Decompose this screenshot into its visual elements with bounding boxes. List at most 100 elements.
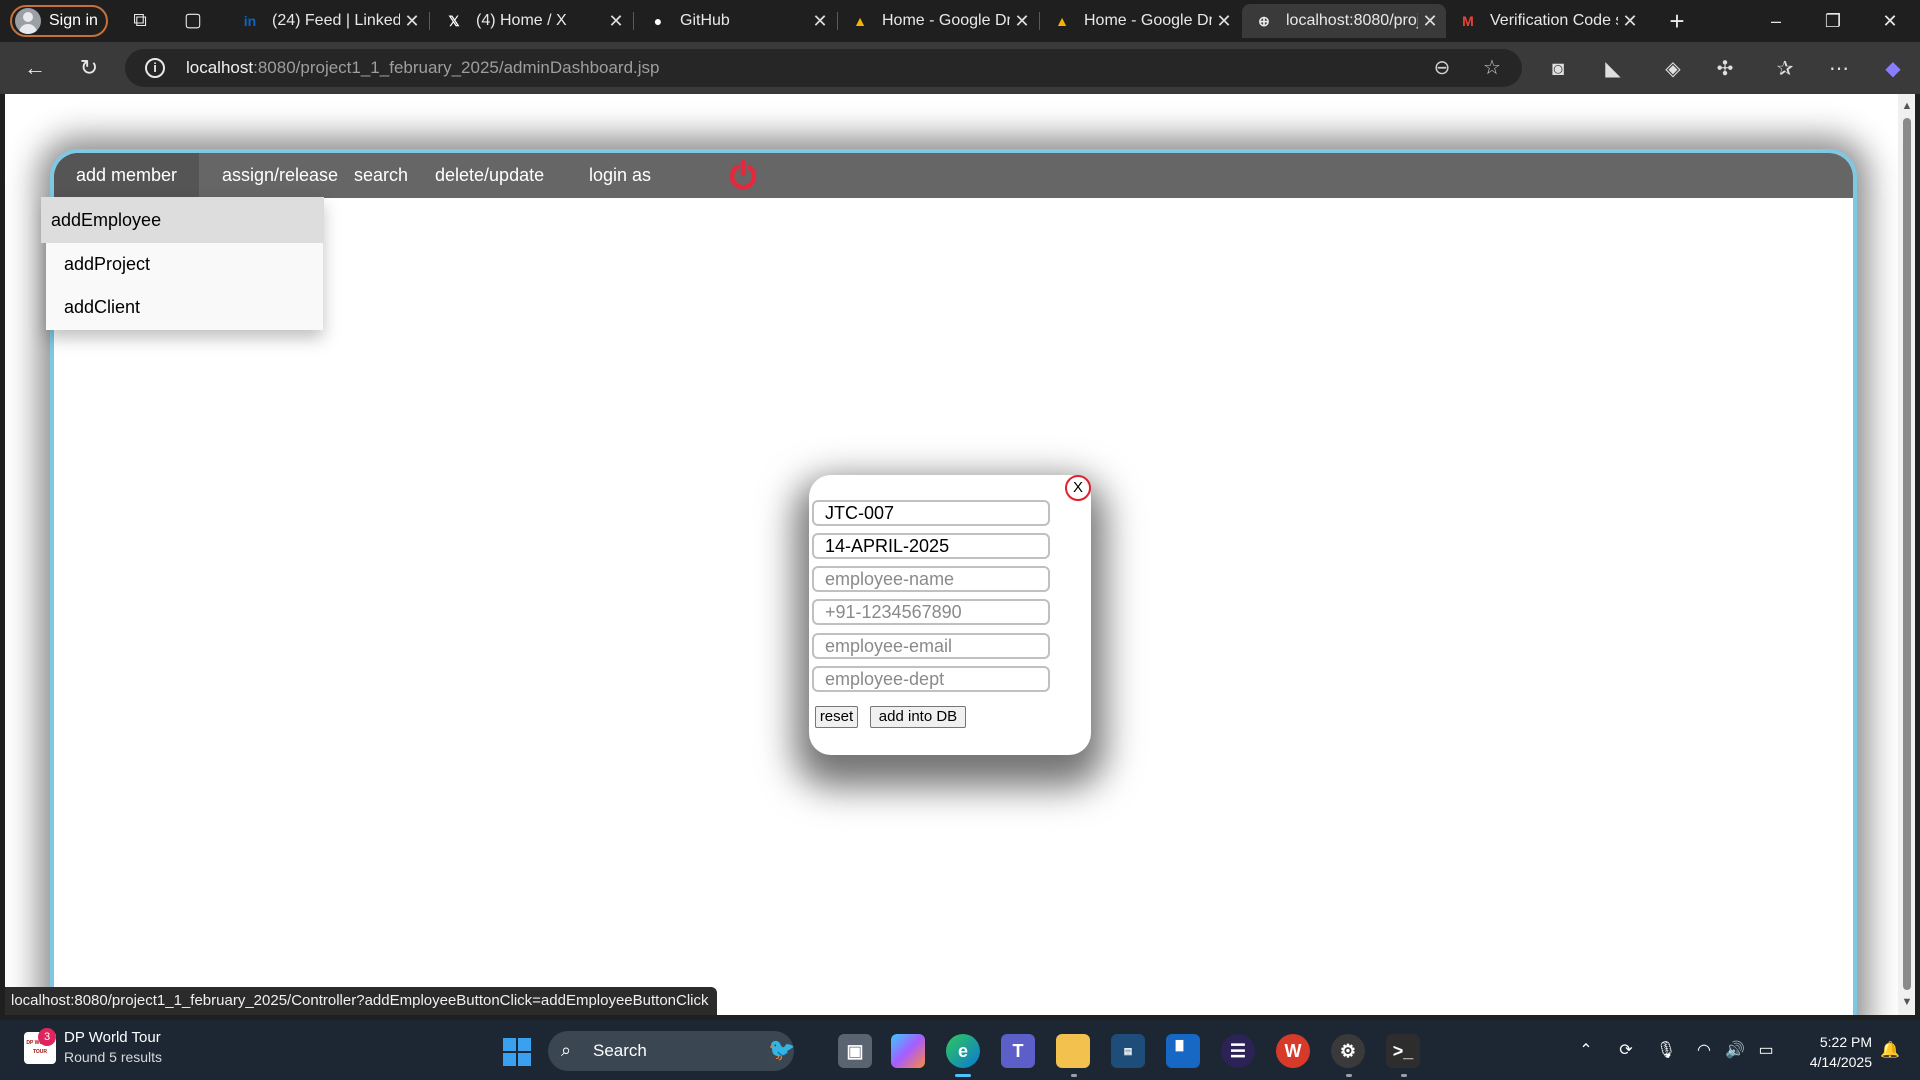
- tab-separator: [633, 12, 634, 30]
- clock-date: 4/14/2025: [1809, 1054, 1872, 1070]
- browser-tab-4[interactable]: ▲ Home - Google Drive✕: [1040, 4, 1240, 38]
- settings-running-indicator: [1346, 1074, 1352, 1077]
- show-hidden-icons-chevron-icon[interactable]: ⌃: [1574, 1039, 1598, 1063]
- address-bar[interactable]: i localhost:8080/project1_1_february_202…: [125, 49, 1522, 87]
- menu-add-member[interactable]: add member: [54, 153, 200, 198]
- microphone-icon[interactable]: 🎙: [1654, 1039, 1678, 1063]
- more-menu-icon[interactable]: ⋯: [1824, 54, 1854, 84]
- x-icon: 𝕏: [448, 12, 460, 29]
- reset-button[interactable]: reset: [815, 706, 858, 728]
- taskbar-search-box[interactable]: ⌕ Search 🐦: [548, 1031, 795, 1071]
- volume-icon[interactable]: 🔊: [1723, 1039, 1747, 1063]
- file-explorer-icon[interactable]: [1056, 1034, 1090, 1068]
- dropdown-item-add-client[interactable]: addClient: [46, 286, 323, 329]
- employee-name-field[interactable]: [812, 566, 1050, 592]
- signin-label: Sign in: [49, 12, 98, 29]
- terminal-icon[interactable]: >_: [1386, 1034, 1420, 1068]
- dropdown-item-add-project[interactable]: addProject: [46, 243, 323, 286]
- tab-title: (24) Feed | LinkedIn: [272, 12, 400, 29]
- browser-tab-5[interactable]: ⊕ localhost:8080/project1✕: [1242, 4, 1446, 38]
- start-windows-icon[interactable]: [503, 1038, 531, 1066]
- employee-dept-field[interactable]: [812, 666, 1050, 692]
- browser-toolbar: ← ↻ i localhost:8080/project1_1_february…: [0, 42, 1920, 94]
- employee-email-field[interactable]: [812, 633, 1050, 659]
- search-icon: ⌕: [561, 1040, 572, 1060]
- employee-phone-field[interactable]: [812, 599, 1050, 625]
- tab-title: Home - Google Drive: [1084, 12, 1212, 29]
- tab-actions-icon[interactable]: ▢: [180, 8, 206, 34]
- add-member-dropdown: addEmployee addProject addClient: [41, 197, 324, 330]
- task-view-icon[interactable]: ▣: [838, 1034, 872, 1068]
- browser-tab-6[interactable]: M Verification Code sent✕: [1446, 4, 1646, 38]
- tab-close-icon[interactable]: ✕: [1618, 11, 1642, 32]
- explorer-running-indicator: [1071, 1074, 1077, 1077]
- favorites-icon[interactable]: ✰: [1770, 54, 1800, 84]
- tab-title: Verification Code sent: [1490, 12, 1618, 29]
- tracking-off-icon[interactable]: ◈: [1658, 54, 1688, 84]
- scroll-down-arrow-icon[interactable]: ▼: [1901, 996, 1913, 1008]
- notification-bell-icon[interactable]: 🔔: [1878, 1039, 1902, 1063]
- tab-close-icon[interactable]: ✕: [1418, 11, 1442, 32]
- tab-separator: [429, 12, 430, 30]
- mysql-workbench-icon[interactable]: ▤: [1111, 1034, 1145, 1068]
- settings-gear-icon[interactable]: ⚙: [1331, 1034, 1365, 1068]
- tab-close-icon[interactable]: ✕: [1212, 11, 1236, 32]
- dropdown-item-add-employee[interactable]: addEmployee: [41, 197, 324, 243]
- extension-game-icon[interactable]: ◣: [1598, 54, 1628, 84]
- news-badge: 3: [38, 1028, 56, 1046]
- extensions-puzzle-icon[interactable]: ✣: [1710, 54, 1740, 84]
- back-arrow-icon[interactable]: ←: [20, 53, 50, 83]
- power-icon[interactable]: [726, 158, 760, 192]
- url-text: localhost:8080/project1_1_february_2025/…: [186, 58, 660, 77]
- favorite-star-icon[interactable]: ☆: [1479, 55, 1505, 81]
- copilot-icon[interactable]: ◆: [1878, 54, 1908, 84]
- join-date-field[interactable]: [812, 533, 1050, 559]
- wifi-icon[interactable]: ◠: [1692, 1039, 1716, 1063]
- wps-office-icon[interactable]: W: [1276, 1034, 1310, 1068]
- tab-title: GitHub: [680, 12, 730, 29]
- taskbar-search-label: Search: [593, 1041, 647, 1060]
- eclipse-icon[interactable]: ☰: [1221, 1034, 1255, 1068]
- browser-tab-1[interactable]: 𝕏 (4) Home / X ✕: [432, 4, 632, 38]
- scrollbar-thumb[interactable]: [1903, 118, 1911, 990]
- menu-login-as[interactable]: login as: [567, 153, 673, 198]
- avatar-icon: [15, 8, 41, 34]
- tab-title: Home - Google Drive: [882, 12, 1010, 29]
- close-window-button[interactable]: ✕: [1875, 6, 1905, 36]
- minimize-button[interactable]: –: [1761, 6, 1791, 36]
- linkedin-icon: in: [243, 13, 257, 29]
- tab-close-icon[interactable]: ✕: [604, 11, 628, 32]
- add-into-db-button[interactable]: add into DB: [870, 706, 966, 728]
- profile-signin-button[interactable]: Sign in: [10, 5, 108, 37]
- blue-app-icon[interactable]: ▘: [1166, 1034, 1200, 1068]
- battery-icon[interactable]: ▭: [1754, 1039, 1778, 1063]
- site-info-icon[interactable]: i: [145, 58, 165, 78]
- github-icon: ●: [653, 13, 663, 29]
- sync-icon[interactable]: ⟳: [1614, 1039, 1638, 1063]
- edge-browser-icon[interactable]: e: [946, 1034, 980, 1068]
- page-scrollbar[interactable]: ▲ ▼: [1898, 94, 1915, 1015]
- browser-tab-0[interactable]: in (24) Feed | LinkedIn✕: [228, 4, 428, 38]
- scroll-up-arrow-icon[interactable]: ▲: [1901, 100, 1913, 112]
- refresh-icon[interactable]: ↻: [74, 53, 104, 83]
- zoom-out-icon[interactable]: ⊖: [1429, 55, 1455, 81]
- tab-close-icon[interactable]: ✕: [808, 11, 832, 32]
- browser-tab-3[interactable]: ▲ Home - Google Drive✕: [838, 4, 1038, 38]
- news-subtitle: Round 5 results: [64, 1049, 163, 1065]
- google-drive-icon: ▲: [853, 13, 867, 29]
- employee-id-field[interactable]: [812, 500, 1050, 526]
- workspaces-icon[interactable]: ⧉: [127, 8, 153, 34]
- new-tab-button[interactable]: +: [1662, 6, 1692, 36]
- screenshot-camera-icon[interactable]: ◙: [1543, 54, 1573, 84]
- copilot-app-icon[interactable]: [891, 1034, 925, 1068]
- restore-button[interactable]: ❐: [1818, 6, 1848, 36]
- edge-active-indicator: [955, 1074, 971, 1077]
- tab-close-icon[interactable]: ✕: [400, 11, 424, 32]
- tab-close-icon[interactable]: ✕: [1010, 11, 1034, 32]
- close-modal-button[interactable]: X: [1065, 475, 1091, 501]
- clock-time: 5:22 PM: [1819, 1034, 1872, 1050]
- browser-tab-2[interactable]: ● GitHub ✕: [636, 4, 836, 38]
- teams-icon[interactable]: T: [1001, 1034, 1035, 1068]
- system-clock[interactable]: 5:22 PM 4/14/2025: [1792, 1032, 1872, 1072]
- menu-delete-update[interactable]: delete/update: [413, 153, 566, 198]
